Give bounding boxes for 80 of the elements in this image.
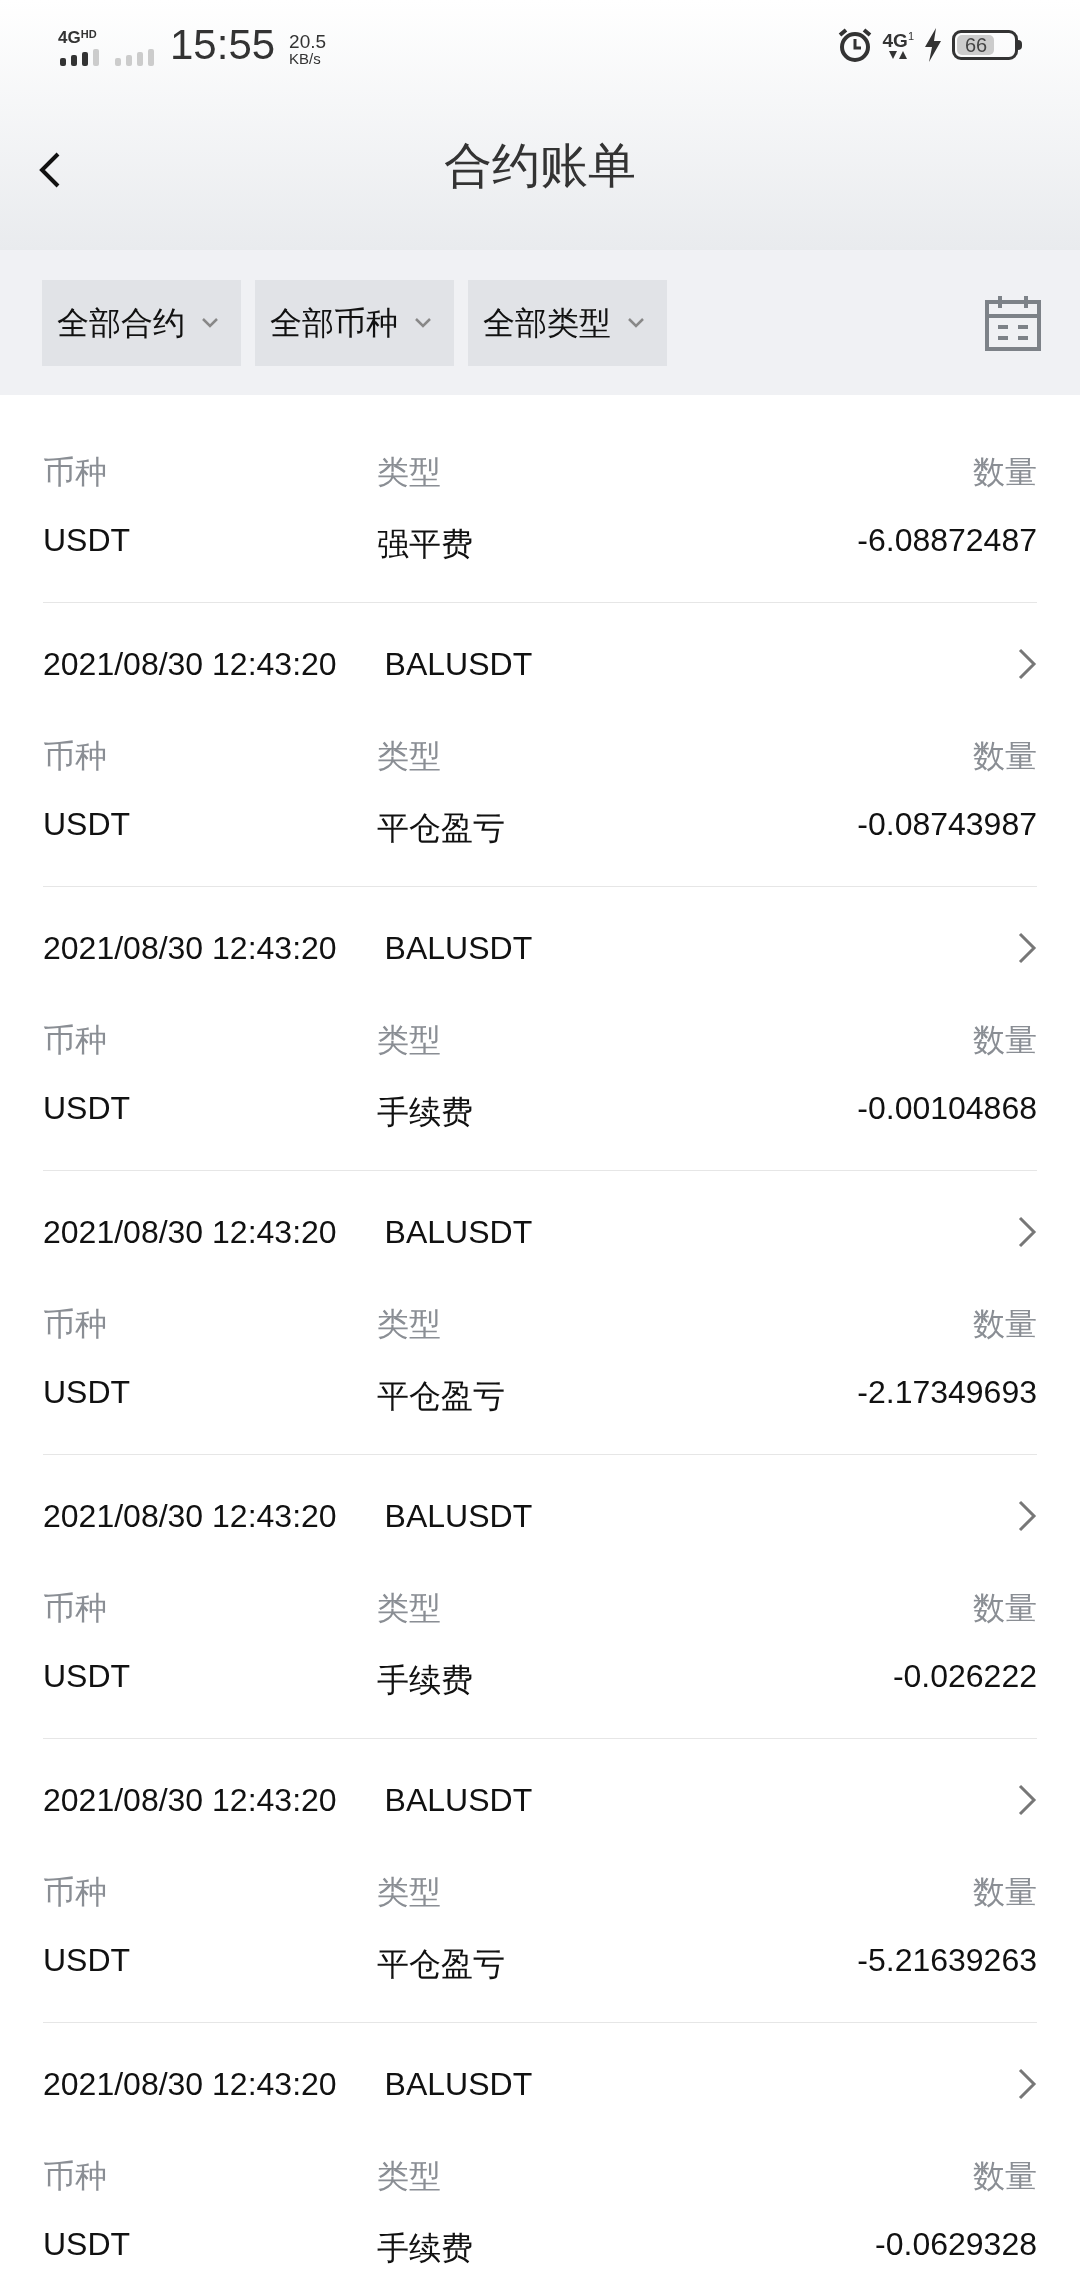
type-value: 手续费 [377,1093,473,1132]
currency-value: USDT [43,1089,132,1128]
record-datetime: 2021/08/30 12:43:20 [43,1781,337,1820]
record-symbol: BALUSDT [384,1213,533,1252]
record-symbol: BALUSDT [384,1781,533,1820]
chevron-right-icon[interactable] [1017,1783,1037,1817]
column-label: 数量 [973,453,1037,492]
chevron-right-icon[interactable] [1017,931,1037,965]
battery-level: 66 [965,33,988,57]
chevron-right-icon[interactable] [1017,2067,1037,2101]
filter-dropdown[interactable]: 全部合约 [42,279,241,366]
record-symbol: BALUSDT [384,929,533,968]
record-datetime: 2021/08/30 12:43:20 [43,1213,337,1252]
amount-value: -0.0629328 [875,2225,1037,2264]
record-symbol: BALUSDT [384,645,533,684]
data-arrows-icon [888,49,909,60]
currency-value: USDT [43,2225,132,2264]
amount-value: -6.08872487 [857,521,1037,560]
amount-value: -0.026222 [892,1657,1037,1696]
charging-icon [924,28,942,62]
column-label: 类型 [377,2157,441,2196]
type-value: 强平费 [377,525,473,564]
column-label: 数量 [973,1021,1037,1060]
status-time: 15:55 [170,24,276,66]
record-symbol: BALUSDT [384,1497,533,1536]
filter-dropdown[interactable]: 全部类型 [468,279,667,366]
column-label: 币种 [43,1873,108,1912]
page-title: 合约账单 [444,138,636,194]
caret-icon [627,316,645,329]
record-datetime: 2021/08/30 12:43:20 [43,1497,337,1536]
network-label: 4G [882,30,908,50]
column-label: 币种 [43,1305,108,1344]
amount-value: -0.00104868 [857,1089,1037,1128]
caret-icon [414,316,432,329]
speed-unit: KB/s [289,51,322,66]
column-label: 数量 [973,1589,1037,1628]
column-label: 币种 [43,1589,108,1628]
column-label: 数量 [973,2157,1037,2196]
filter-dropdown[interactable]: 全部币种 [255,279,454,366]
record-datetime: 2021/08/30 12:43:20 [43,2065,337,2104]
currency-value: USDT [43,521,132,560]
type-value: 手续费 [377,2229,473,2268]
type-value: 平仓盈亏 [377,1945,505,1984]
currency-value: USDT [43,805,132,844]
column-label: 类型 [377,1873,441,1912]
column-label: 类型 [377,1021,441,1060]
type-value: 平仓盈亏 [377,809,505,848]
currency-value: USDT [43,1657,132,1696]
column-label: 币种 [43,737,108,776]
sim-slot: 1 [907,30,914,42]
caret-icon [201,316,219,329]
amount-value: -5.21639263 [857,1941,1037,1980]
chevron-right-icon[interactable] [1017,1215,1037,1249]
column-label: 数量 [973,1873,1037,1912]
signal-icon [58,46,156,66]
currency-value: USDT [43,1941,132,1980]
column-label: 类型 [377,1305,441,1344]
network-hd-label: HD [80,29,97,40]
speed-value: 20.5 [289,32,327,51]
chevron-right-icon[interactable] [1017,1499,1037,1533]
alarm-icon [836,27,873,63]
record-datetime: 2021/08/30 12:43:20 [43,645,337,684]
column-label: 类型 [377,737,441,776]
column-label: 币种 [43,1021,108,1060]
network-label: 4G [58,29,81,46]
column-label: 数量 [973,737,1037,776]
amount-value: -0.08743987 [857,805,1037,844]
currency-value: USDT [43,1373,132,1412]
calendar-icon[interactable] [984,293,1042,352]
column-label: 币种 [43,453,108,492]
column-label: 币种 [43,2157,108,2196]
column-label: 数量 [973,1305,1037,1344]
chevron-right-icon[interactable] [1017,647,1037,681]
column-label: 类型 [377,453,441,492]
column-label: 类型 [377,1589,441,1628]
type-value: 手续费 [377,1661,473,1700]
record-datetime: 2021/08/30 12:43:20 [43,929,337,968]
type-value: 平仓盈亏 [377,1377,505,1416]
amount-value: -2.17349693 [857,1373,1037,1412]
record-symbol: BALUSDT [384,2065,533,2104]
